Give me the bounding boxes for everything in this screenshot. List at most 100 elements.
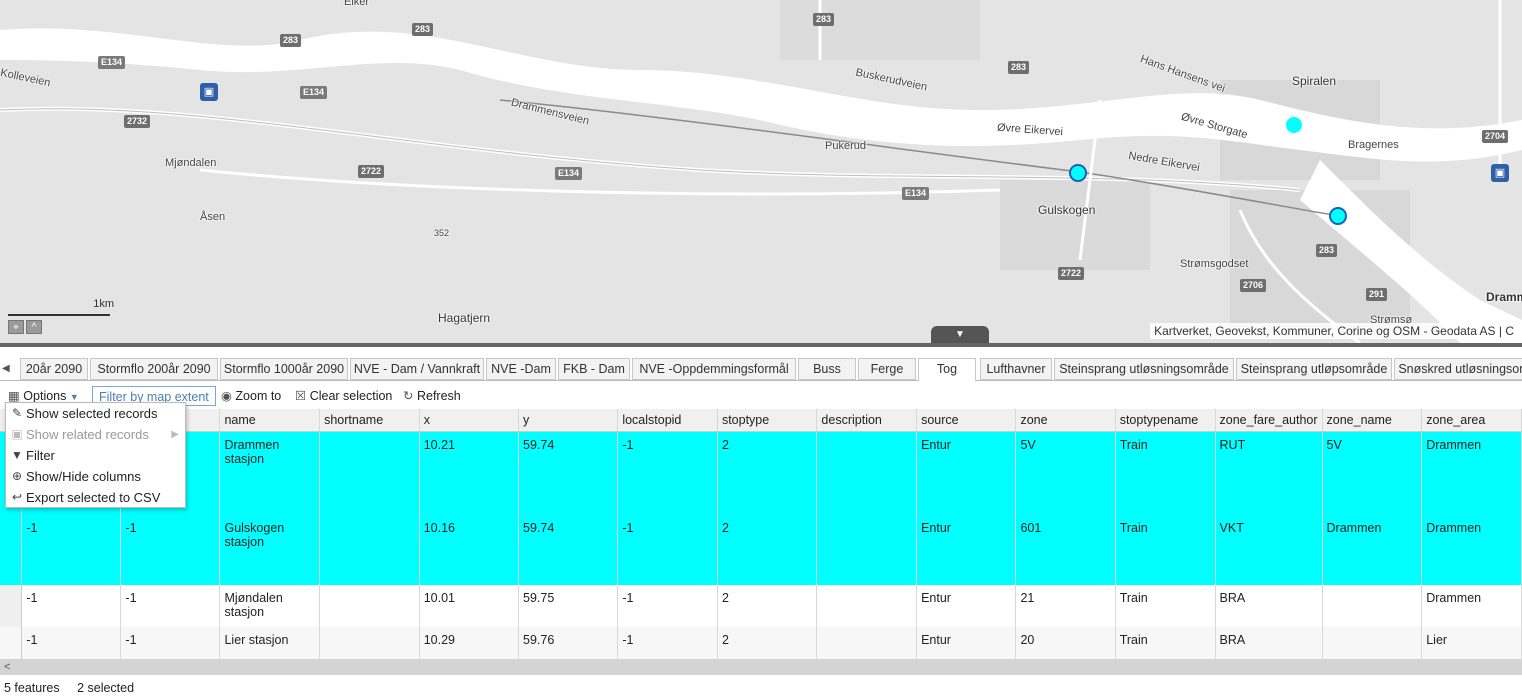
map-label-hagatjern: Hagatjern xyxy=(438,311,491,325)
table-cell xyxy=(319,515,420,585)
table-row[interactable]: -1 -1 Gulskogen stasjon 10.16 59.74 -1 2… xyxy=(0,515,1522,585)
road-shield: E134 xyxy=(300,86,328,99)
table-cell: -1 xyxy=(120,627,221,659)
column-header-source[interactable]: source xyxy=(916,409,1017,432)
refresh-button[interactable]: ↻ Refresh xyxy=(403,386,461,406)
table-cell xyxy=(319,627,420,659)
table-toolbar: ▦ Options ▼ Filter by map extent ◉ Zoom … xyxy=(0,383,1522,409)
tab-stormflo-200[interactable]: Stormflo 200år 2090 xyxy=(90,358,218,380)
table-cell: -1 xyxy=(120,585,221,627)
column-header-localstopid[interactable]: localstopid xyxy=(617,409,718,432)
train-station-icon[interactable]: ▣ xyxy=(1491,164,1509,182)
train-station-icon[interactable]: ▣ xyxy=(200,83,218,101)
column-header-name[interactable]: name xyxy=(219,409,321,432)
table-cell: 5V xyxy=(1322,431,1423,515)
options-menu: ✎ Show selected records ▣ Show related r… xyxy=(5,402,186,508)
column-header-shortname[interactable]: shortname xyxy=(319,409,420,432)
table-cell: 20 xyxy=(1015,627,1116,659)
road-shield: 283 xyxy=(1008,61,1030,74)
tab-nve-oppdemming[interactable]: NVE -Oppdemmingsformål xyxy=(632,358,796,380)
column-header-stoptype[interactable]: stoptype xyxy=(717,409,818,432)
menu-export-csv[interactable]: ↩ Export selected to CSV xyxy=(6,487,185,508)
table-cell: -1 xyxy=(21,627,122,659)
road-shield: 2706 xyxy=(1240,279,1267,292)
table-cell: Entur xyxy=(916,515,1017,585)
zoom-to-button[interactable]: ◉ Zoom to xyxy=(221,386,281,406)
column-header-zone-area[interactable]: zone_area xyxy=(1421,409,1522,432)
row-header[interactable] xyxy=(0,585,23,627)
table-cell: Mjøndalen stasjon xyxy=(219,585,321,627)
road-shield: 2732 xyxy=(124,115,151,128)
tab-ferge[interactable]: Ferge xyxy=(858,358,916,380)
tab-20ar-2090[interactable]: 20år 2090 xyxy=(20,358,88,380)
tab-steinsprang-utlosning[interactable]: Steinsprang utløsningsområde xyxy=(1054,358,1234,380)
chevron-left-icon[interactable]: ◀ xyxy=(2,359,16,379)
options-label: Options xyxy=(23,389,67,403)
column-header-zone[interactable]: zone xyxy=(1015,409,1116,432)
tab-fkb-dam[interactable]: FKB - Dam xyxy=(558,358,630,380)
horizontal-scrollbar[interactable]: < xyxy=(0,659,1522,675)
table-cell: Train xyxy=(1115,627,1216,659)
map-attribution: Kartverket, Geovekst, Kommuner, Corine o… xyxy=(1150,323,1518,339)
table-cell: Drammen xyxy=(1322,515,1423,585)
chevron-up-icon[interactable]: ^ xyxy=(26,320,42,334)
table-cell: BRA xyxy=(1215,627,1323,659)
table-cell: Entur xyxy=(916,585,1017,627)
collapse-panel-button[interactable]: ▼ xyxy=(931,326,989,343)
table-cell: -1 xyxy=(21,515,122,585)
tab-steinsprang-utlop[interactable]: Steinsprang utløpsområde xyxy=(1236,358,1392,380)
table-row[interactable]: -1 -1 Lier stasjon 10.29 59.76 -1 2 Entu… xyxy=(0,627,1522,659)
table-cell: 5V xyxy=(1015,431,1116,515)
column-header-zone-name[interactable]: zone_name xyxy=(1322,409,1423,432)
table-cell: 2 xyxy=(717,515,818,585)
column-header-x[interactable]: x xyxy=(419,409,520,432)
menu-show-selected-records[interactable]: ✎ Show selected records xyxy=(6,403,185,424)
table-cell: -1 xyxy=(617,431,718,515)
basemap xyxy=(0,0,1522,343)
column-header-description[interactable]: description xyxy=(816,409,918,432)
column-header-zone-fare-author[interactable]: zone_fare_author xyxy=(1215,409,1323,432)
tab-nve-dam[interactable]: NVE -Dam xyxy=(486,358,556,380)
column-header-stoptypename[interactable]: stoptypename xyxy=(1115,409,1216,432)
table-row[interactable]: Drammen stasjon 10.21 59.74 -1 2 Entur 5… xyxy=(0,431,1522,515)
table-cell xyxy=(816,515,918,585)
tab-buss[interactable]: Buss xyxy=(798,358,856,380)
row-header[interactable] xyxy=(0,627,23,659)
table-cell: Drammen stasjon xyxy=(219,431,321,515)
map-label-spiralen: Spiralen xyxy=(1292,74,1337,88)
feature-count: 5 features xyxy=(4,681,60,695)
table-cell: Entur xyxy=(916,627,1017,659)
scroll-left-icon[interactable]: < xyxy=(4,659,10,675)
tab-snoskred[interactable]: Snøskred utløsningsom xyxy=(1394,358,1522,380)
tab-nve-dam-vannkraft[interactable]: NVE - Dam / Vannkraft xyxy=(350,358,484,380)
table-cell: 59.76 xyxy=(518,627,619,659)
tab-lufthavner[interactable]: Lufthavner xyxy=(980,358,1052,380)
table-cell: RUT xyxy=(1215,431,1323,515)
table-cell: 2 xyxy=(717,627,818,659)
road-shield: 283 xyxy=(813,13,835,26)
table-cell xyxy=(816,627,918,659)
attribute-grid[interactable]: name shortname x y localstopid stoptype … xyxy=(0,409,1522,659)
tab-tog[interactable]: Tog xyxy=(918,358,976,382)
table-header-row: name shortname x y localstopid stoptype … xyxy=(0,409,1522,432)
refresh-icon: ↻ xyxy=(403,389,414,403)
clear-icon: ☒ xyxy=(295,389,307,403)
map-view[interactable]: Eiker Spiralen Bragernes Mjøndalen Åsen … xyxy=(0,0,1522,343)
table-row[interactable]: -1 -1 Mjøndalen stasjon 10.01 59.75 -1 2… xyxy=(0,585,1522,627)
scale-label: 1km xyxy=(93,298,114,310)
column-header-y[interactable]: y xyxy=(518,409,619,432)
menu-filter[interactable]: ▼ Filter xyxy=(6,445,185,466)
table-cell: 59.74 xyxy=(518,515,619,585)
table-cell: 2 xyxy=(717,585,818,627)
menu-show-hide-columns[interactable]: ⊕ Show/Hide columns xyxy=(6,466,185,487)
tab-stormflo-1000[interactable]: Stormflo 1000år 2090 xyxy=(220,358,348,380)
locate-icon[interactable]: ⌖ xyxy=(8,320,24,334)
menu-item-label: Show selected records xyxy=(26,406,158,421)
row-header[interactable] xyxy=(0,515,23,585)
clear-selection-button[interactable]: ☒ Clear selection xyxy=(295,386,392,406)
road-shield: E134 xyxy=(98,56,126,69)
table-cell: Lier stasjon xyxy=(219,627,321,659)
map-label-elevation: 352 xyxy=(434,228,450,238)
map-label-stromsgodset: Strømsgodset xyxy=(1180,258,1249,270)
table-cell: Train xyxy=(1115,515,1216,585)
